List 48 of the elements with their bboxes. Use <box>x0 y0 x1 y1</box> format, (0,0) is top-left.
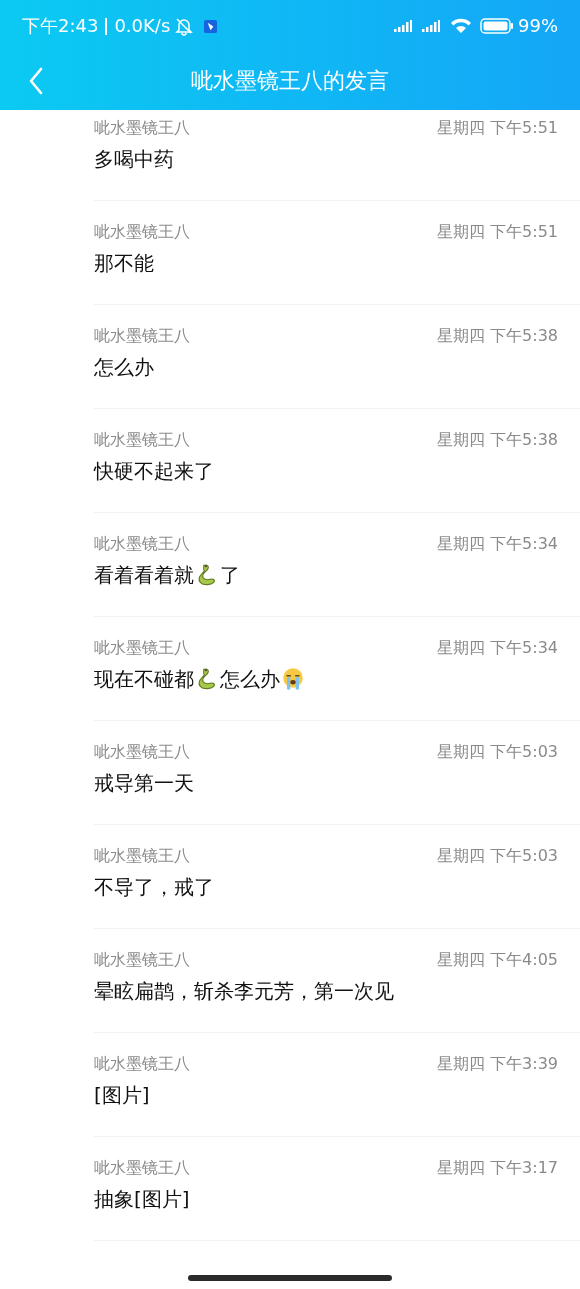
message-text: [图片] <box>94 1082 150 1109</box>
app-icon <box>204 19 218 33</box>
sender-name: 呲水墨镜王八 <box>94 221 190 243</box>
message-time: 星期四 下午5:03 <box>437 741 558 763</box>
message-text: 看着看着就 <box>94 562 194 589</box>
message-text: 现在不碰都 <box>94 666 194 693</box>
message-time: 星期四 下午5:34 <box>437 637 558 659</box>
sender-name: 呲水墨镜王八 <box>94 1157 190 1179</box>
message-text: 多喝中药 <box>94 146 174 173</box>
sender-name: 呲水墨镜王八 <box>94 117 190 139</box>
message-time: 星期四 下午3:17 <box>437 1157 558 1179</box>
divider-bar <box>105 17 108 35</box>
message-text: 快硬不起来了 <box>94 458 214 485</box>
battery-percent: 99% <box>518 15 558 37</box>
battery-icon <box>480 18 514 34</box>
signal-icon <box>422 20 440 32</box>
home-indicator[interactable] <box>188 1275 392 1281</box>
message-text: 怎么办 <box>94 354 154 381</box>
message-text: 戒导第一天 <box>94 770 194 797</box>
message-time: 星期四 下午5:38 <box>437 429 558 451</box>
sender-name: 呲水墨镜王八 <box>94 949 190 971</box>
network-speed: 0.0K/s <box>114 15 171 37</box>
message-time: 星期四 下午3:39 <box>437 1053 558 1075</box>
message-text: 了 <box>220 562 240 589</box>
message-time: 星期四 下午5:03 <box>437 845 558 867</box>
message-time: 星期四 下午5:51 <box>437 117 558 139</box>
message-time: 星期四 下午5:51 <box>437 221 558 243</box>
bell-off-icon <box>174 16 195 36</box>
sender-name: 呲水墨镜王八 <box>94 1053 190 1075</box>
crying-emoji <box>280 666 306 692</box>
sender-name: 呲水墨镜王八 <box>94 637 190 659</box>
message-text: 抽象[图片] <box>94 1186 190 1213</box>
sender-name: 呲水墨镜王八 <box>94 741 190 763</box>
message-time: 星期四 下午5:34 <box>437 533 558 555</box>
message-text: 怎么办 <box>220 666 280 693</box>
message-text: 不导了，戒了 <box>94 874 214 901</box>
wifi-icon <box>450 18 472 34</box>
status-time: 下午2:43 <box>22 15 99 37</box>
message-time: 星期四 下午4:05 <box>437 949 558 971</box>
message-text: 晕眩扁鹊，斩杀李元芳，第一次见 <box>94 978 394 1005</box>
message-time: 星期四 下午5:38 <box>437 325 558 347</box>
message-text: 那不能 <box>94 250 154 277</box>
signal-icon <box>394 20 412 32</box>
page-title: 呲水墨镜王八的发言 <box>191 67 389 95</box>
sender-name: 呲水墨镜王八 <box>94 325 190 347</box>
sender-name: 呲水墨镜王八 <box>94 845 190 867</box>
sender-name: 呲水墨镜王八 <box>94 429 190 451</box>
sender-name: 呲水墨镜王八 <box>94 533 190 555</box>
